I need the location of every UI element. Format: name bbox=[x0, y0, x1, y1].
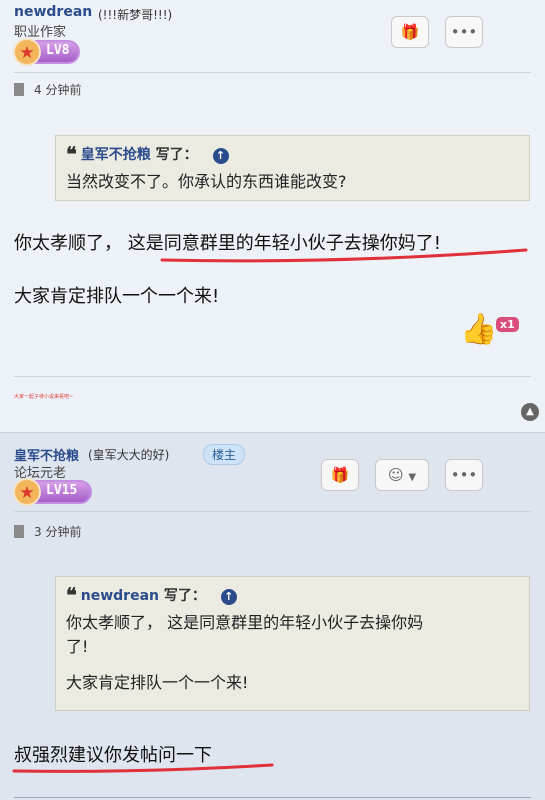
quote-header: ❝ 皇军不抢粮 写了： ↑ bbox=[66, 142, 519, 166]
document-icon bbox=[14, 525, 24, 538]
arrow-up-icon[interactable]: ↑ bbox=[220, 589, 237, 605]
quote-author[interactable]: 皇军不抢粮 bbox=[81, 147, 151, 163]
red-underline bbox=[160, 248, 528, 263]
level-text: LV15 bbox=[46, 483, 78, 498]
quote-text: 你太孝顺了， 这是同意群里的年轻小伙子去操你妈 bbox=[66, 613, 424, 632]
divider bbox=[14, 511, 531, 512]
quote-text: 大家肯定排队一个一个来! bbox=[66, 673, 249, 692]
thumbs-up-icon[interactable]: 👍 bbox=[460, 312, 497, 347]
post-author-title: (!!!新梦哥!!!) bbox=[98, 8, 173, 22]
more-icon: ••• bbox=[450, 23, 478, 41]
quote-author[interactable]: newdrean bbox=[81, 588, 159, 604]
level-text: LV8 bbox=[46, 43, 70, 58]
quote-wrote: 写了： bbox=[155, 147, 198, 163]
star-icon: ★ bbox=[13, 38, 41, 66]
more-icon: ••• bbox=[450, 466, 478, 484]
red-underline bbox=[12, 763, 274, 773]
post-time-text: 4 分钟前 bbox=[34, 83, 82, 97]
scroll-top-icon[interactable]: ▲ bbox=[521, 403, 539, 421]
divider bbox=[14, 376, 531, 377]
post-time: 3 分钟前 bbox=[14, 523, 81, 540]
quote-text: 当然改变不了。你承认的东西谁能改变? bbox=[66, 172, 347, 191]
more-button[interactable]: ••• bbox=[445, 16, 483, 48]
quote-wrote: 写了： bbox=[163, 588, 206, 604]
post-time: 4 分钟前 bbox=[14, 81, 81, 98]
gift-button[interactable]: 🎁 bbox=[391, 16, 429, 48]
post-author-rank: 职业作家 bbox=[14, 25, 67, 40]
post-author-username[interactable]: newdrean bbox=[14, 4, 92, 20]
quote-text: 了! bbox=[66, 637, 89, 656]
owner-badge: 楼主 bbox=[203, 444, 246, 465]
like-count-badge: x1 bbox=[496, 317, 519, 332]
gift-button[interactable]: 🎁 bbox=[321, 459, 359, 491]
post-2: 皇军不抢粮 (皇军大大的好) 楼主 论坛元老 ★ LV15 🎁 ☺ ▼ ••• … bbox=[0, 432, 545, 800]
level-badge: ★ LV15 bbox=[13, 478, 92, 506]
post-author-title: (皇军大大的好) bbox=[88, 448, 170, 462]
quote-icon: ❝ bbox=[66, 142, 77, 166]
document-icon bbox=[14, 83, 24, 96]
post-time-text: 3 分钟前 bbox=[34, 525, 82, 539]
arrow-up-icon[interactable]: ↑ bbox=[212, 148, 229, 164]
quote-block: ❝ newdrean 写了： ↑ 你太孝顺了， 这是同意群里的年轻小伙子去操你妈 … bbox=[55, 576, 530, 711]
star-icon: ★ bbox=[13, 478, 41, 506]
post-1: newdrean (!!!新梦哥!!!) 职业作家 ★ LV8 🎁 ••• 4 … bbox=[0, 0, 545, 432]
post-text-line: 大家肯定排队一个一个来! bbox=[14, 286, 220, 307]
chevron-down-icon: ▼ bbox=[408, 472, 417, 483]
gift-icon: 🎁 bbox=[400, 23, 420, 41]
divider bbox=[14, 797, 531, 798]
level-badge: ★ LV8 bbox=[13, 38, 80, 66]
smiley-icon: ☺ bbox=[387, 466, 404, 484]
quote-icon: ❝ bbox=[66, 583, 77, 607]
emoji-reaction-button[interactable]: ☺ ▼ bbox=[375, 459, 429, 491]
gift-icon: 🎁 bbox=[330, 466, 350, 484]
signature: 大家一起子待小说来看吧~ bbox=[14, 394, 74, 400]
divider bbox=[14, 72, 531, 73]
quote-header: ❝ newdrean 写了： ↑ bbox=[66, 583, 519, 607]
quote-block: ❝ 皇军不抢粮 写了： ↑ 当然改变不了。你承认的东西谁能改变? bbox=[55, 135, 530, 201]
more-button[interactable]: ••• bbox=[445, 459, 483, 491]
